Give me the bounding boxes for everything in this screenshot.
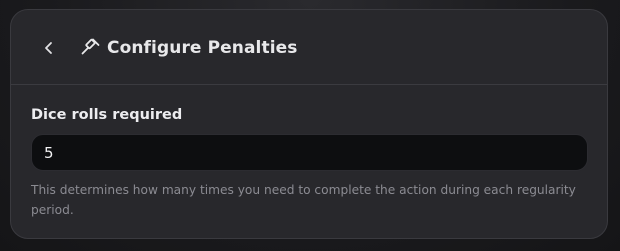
dialog-header: Configure Penalties [11,10,607,85]
dice-rolls-help-text: This determines how many times you need … [31,183,576,217]
dialog-body: Dice rolls required This determines how … [31,106,589,220]
dialog-title: Configure Penalties [107,38,298,58]
configure-penalties-dialog: Configure Penalties Dice rolls required … [10,9,608,239]
dice-rolls-input[interactable] [31,134,588,171]
dialog-title-group: Configure Penalties [79,34,297,62]
chevron-left-icon [45,42,52,54]
dice-rolls-label: Dice rolls required [31,107,183,123]
back-button[interactable] [35,34,63,62]
gavel-icon [79,37,101,59]
